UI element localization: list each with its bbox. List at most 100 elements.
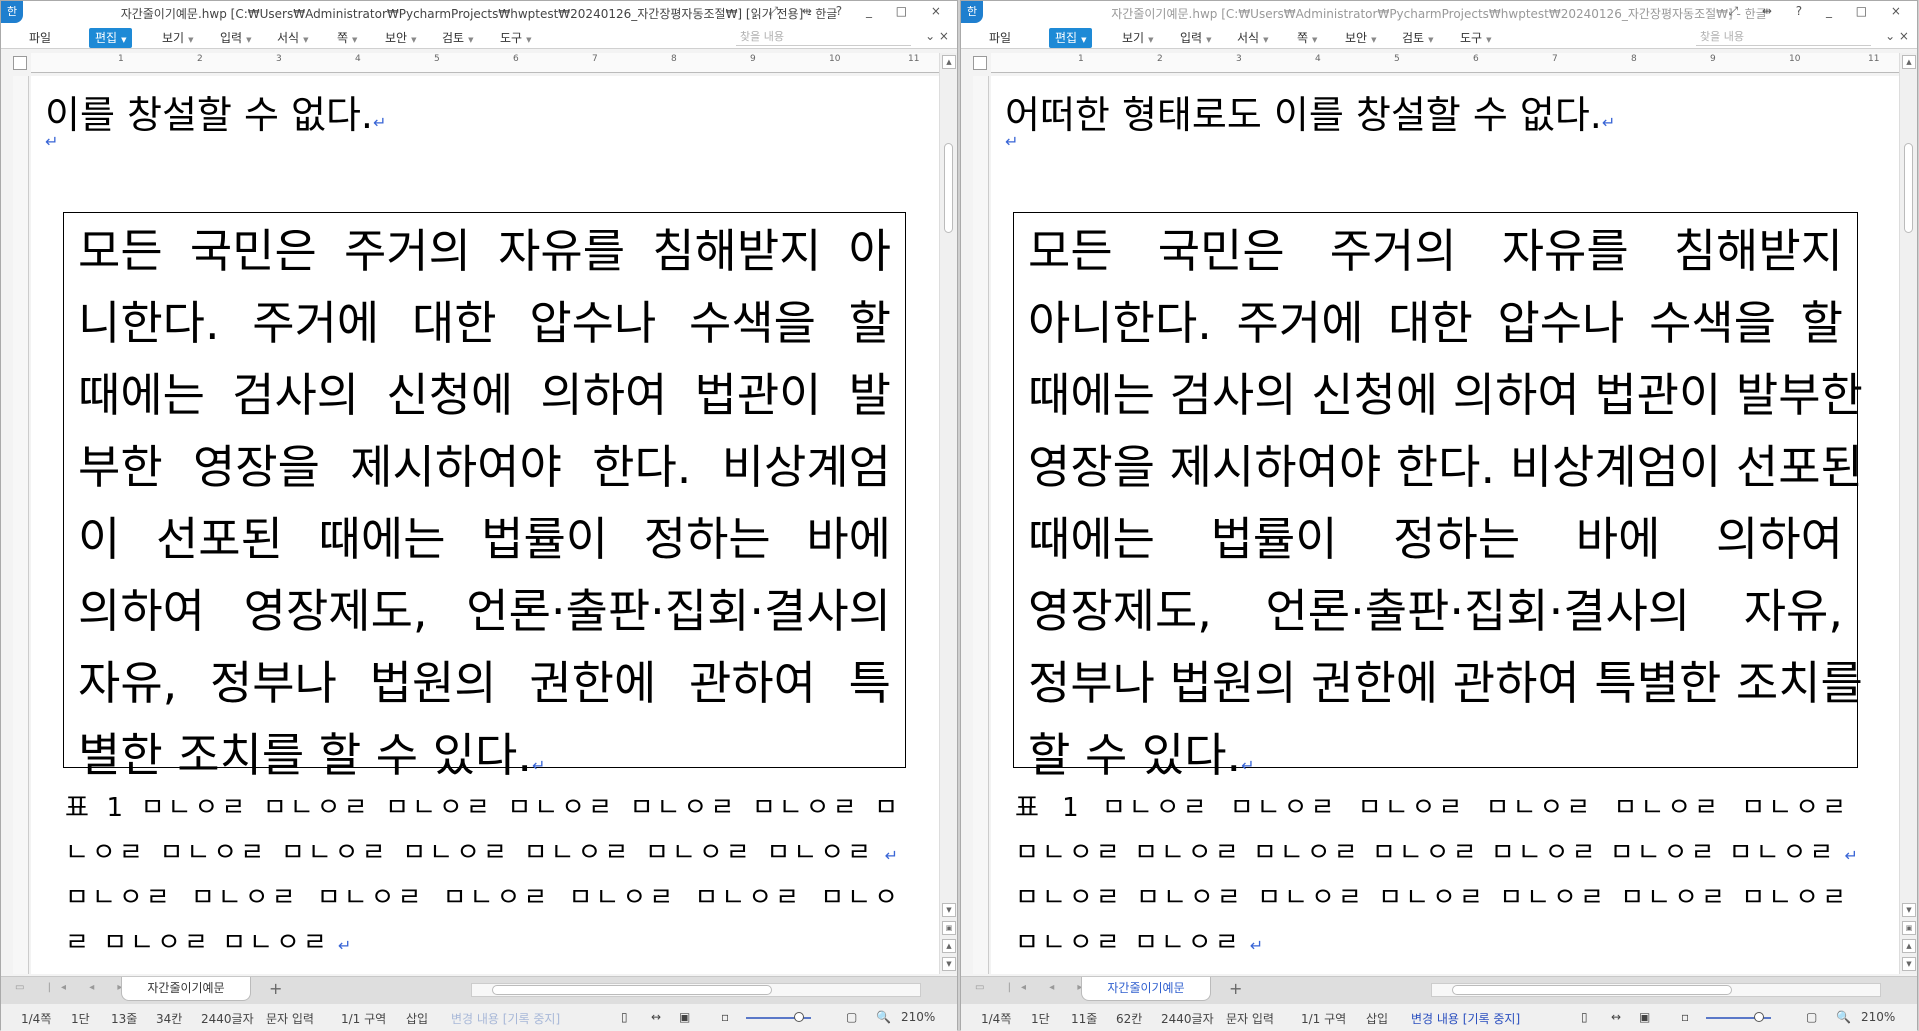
menu-2[interactable]: 보기 ▼ [1116,28,1159,48]
status-item-7[interactable]: 삽입 [1366,1010,1388,1027]
full-view-icon[interactable]: ▣ [1639,1010,1650,1024]
menu-5[interactable]: 쪽 ▼ [331,28,363,48]
page-view-icon[interactable]: ▯ [621,1010,628,1024]
full-view-icon[interactable]: ▣ [679,1010,690,1024]
menu-label: 서식 [277,31,300,45]
page-view-icon[interactable]: ▯ [1581,1010,1588,1024]
vertical-scrollbar[interactable]: ▲ ▼ ▣ ▲ ▼ [1899,53,1917,974]
line-text: 별한 조치를 할 수 있다. [78,728,532,782]
menu-3[interactable]: 입력 ▼ [1174,28,1217,48]
menu-8[interactable]: 도구 ▼ [494,28,537,48]
document-tab[interactable]: 자간줄이기예문 [121,977,251,1001]
table-text-line: 때에는 검사의 신청에 의하여 법관이 발 [78,359,891,431]
status-item-6[interactable]: 1/1 구역 [1301,1010,1346,1027]
menu-4[interactable]: 서식 ▼ [271,28,314,48]
status-item-6[interactable]: 1/1 구역 [341,1010,386,1027]
horizontal-scrollbar[interactable] [471,983,921,997]
close-icon[interactable]: ⌄ × [1885,29,1909,43]
add-tab-button[interactable]: + [269,979,282,998]
horizontal-ruler[interactable]: 1 2 3 4 5 6 7 8 9 10 11 [991,53,1899,73]
table-text-line: 영장제도, 언론·출판·집회·결사의 자유, [1028,575,1843,647]
ruler-mark: 2 [1157,54,1163,64]
status-item-5[interactable]: 문자 입력 [1226,1010,1274,1027]
document-page[interactable]: 이를 창설할 수 없다.↵ ↵ 모든 국민은 주거의 자유를 침해받지 아 니한다. … [31,76,941,974]
ruler-mark: 10 [829,54,841,64]
menu-4[interactable]: 서식 ▼ [1231,28,1274,48]
width-view-icon[interactable]: ↔ [1611,1010,1621,1024]
scroll-up-button[interactable]: ▲ [1902,55,1916,69]
line-text: 때에는 검사의 신청에 의하여 법관이 발부한 [1028,368,1863,422]
menu-3[interactable]: 입력 ▼ [214,28,257,48]
menu-bar: 파일 편집 ▼ 보기 ▼ 입력 ▼ 서식 ▼ 쪽 ▼ 보안 ▼ 검토 ▼ 도구 ▼ 찾을 내용 ⌄ × [1,25,957,49]
scroll-thumb[interactable] [492,985,772,995]
caption-text: ㅁㄴㅇㄹ ㅁㄴㅇㄹ ㅁㄴㅇㄹ ㅁㄴㅇㄹ ㅁㄴㅇㄹ ㅁㄴㅇㄹ ㅁㄴㅇㄹ [1015,838,1837,868]
menu-1[interactable]: 편집 ▼ [89,28,133,48]
prev-page-button[interactable]: ▲ [942,939,956,953]
menu-8[interactable]: 도구 ▼ [1454,28,1497,48]
tab-stop-corner[interactable] [973,56,987,70]
vertical-ruler[interactable] [13,76,29,974]
scroll-thumb[interactable] [1452,985,1732,995]
scroll-down-button[interactable]: ▼ [1902,903,1916,917]
search-placeholder: 찾을 내용 [740,30,784,43]
status-item-3: 34칸 [156,1012,183,1026]
vertical-scrollbar[interactable]: ▲ ▼ ▣ ▲ ▼ [939,53,957,974]
menu-6[interactable]: 보안 ▼ [1339,28,1382,48]
zoom-out-icon[interactable]: ▫ [1681,1010,1689,1024]
status-item-9[interactable]: 210% [901,1010,935,1024]
page-view-button[interactable]: ▣ [1902,921,1916,935]
width-view-icon[interactable]: ↔ [651,1010,661,1024]
zoom-in-icon[interactable]: ▢ [846,1010,857,1024]
next-page-button[interactable]: ▼ [942,957,956,971]
window-controls[interactable]: ⤢ ⇹ ? _ □ × [1729,4,1912,19]
zoom-slider-knob[interactable] [1754,1012,1764,1022]
menu-0[interactable]: 파일 [23,28,57,48]
scroll-thumb[interactable] [944,143,953,233]
status-item-8[interactable]: 변경 내용 [기록 중지] [451,1010,560,1027]
zoom-slider-knob[interactable] [794,1012,804,1022]
search-input[interactable]: 찾을 내용 [736,28,911,46]
window-controls[interactable]: ⤢ ⇹ ? _ □ × [769,4,952,19]
status-item-7[interactable]: 삽입 [406,1010,428,1027]
ruler-mark: 11 [1868,54,1880,64]
prev-page-button[interactable]: ▲ [1902,939,1916,953]
zoom-icon[interactable]: 🔍 [1836,1010,1851,1024]
menu-0[interactable]: 파일 [983,28,1017,48]
status-item-2: 13줄 [111,1012,138,1026]
table-text-line: 영장을 제시하여야 한다. 비상계엄이 선포된 [1028,431,1863,503]
page-view-button[interactable]: ▣ [942,921,956,935]
status-item-5[interactable]: 문자 입력 [266,1010,314,1027]
scroll-thumb[interactable] [1904,143,1913,233]
status-item-8[interactable]: 변경 내용 [기록 중지] [1411,1010,1520,1027]
menu-7[interactable]: 검토 ▼ [436,28,479,48]
vertical-ruler[interactable] [973,76,989,974]
table-cell-box[interactable]: 모든 국민은 주거의 자유를 침해받지 아 니한다. 주거에 대한 압수나 수색을… [63,212,906,782]
tab-stop-corner[interactable] [13,56,27,70]
ruler-mark: 6 [1473,54,1479,64]
scroll-up-button[interactable]: ▲ [942,55,956,69]
zoom-in-icon[interactable]: ▢ [1806,1010,1817,1024]
menu-5[interactable]: 쪽 ▼ [1291,28,1323,48]
horizontal-scrollbar[interactable] [1431,983,1881,997]
scroll-down-button[interactable]: ▼ [942,903,956,917]
document-tab[interactable]: 자간줄이기예문 [1081,977,1211,1001]
return-mark-icon: ↵ [1241,936,1267,955]
horizontal-ruler[interactable]: 1 2 3 4 5 6 7 8 9 10 11 [31,53,939,73]
close-icon[interactable]: ⌄ × [925,29,949,43]
table-cell-box[interactable]: 모든 국민은 주거의 자유를 침해받지 아니한다. 주거에 대한 압수나 수색을 … [1013,212,1863,782]
menu-2[interactable]: 보기 ▼ [156,28,199,48]
caption-line: ㄴㅇㄹ ㅁㄴㅇㄹ ㅁㄴㅇㄹ ㅁㄴㅇㄹ ㅁㄴㅇㄹ ㅁㄴㅇㄹ ㅁㄴㅇㄹ ↵ [65,831,901,876]
return-mark-icon: ↵ [874,846,901,865]
add-tab-button[interactable]: + [1229,979,1242,998]
zoom-out-icon[interactable]: ▫ [721,1010,729,1024]
menu-1[interactable]: 편집 ▼ [1049,28,1093,48]
document-page[interactable]: 어떠한 형태로도 이를 창설할 수 없다.↵ ↵ 모든 국민은 주거의 자유를 침해… [991,76,1901,974]
next-page-button[interactable]: ▼ [1902,957,1916,971]
document-tab-bar: ▭ |◂ ◂ ▸ ▸| 자간줄이기예문 + [961,976,1917,1004]
chevron-down-icon: ▼ [1428,36,1434,44]
zoom-icon[interactable]: 🔍 [876,1010,891,1024]
status-item-9[interactable]: 210% [1861,1010,1895,1024]
menu-6[interactable]: 보안 ▼ [379,28,422,48]
search-input[interactable]: 찾을 내용 [1696,28,1871,46]
menu-7[interactable]: 검토 ▼ [1396,28,1439,48]
